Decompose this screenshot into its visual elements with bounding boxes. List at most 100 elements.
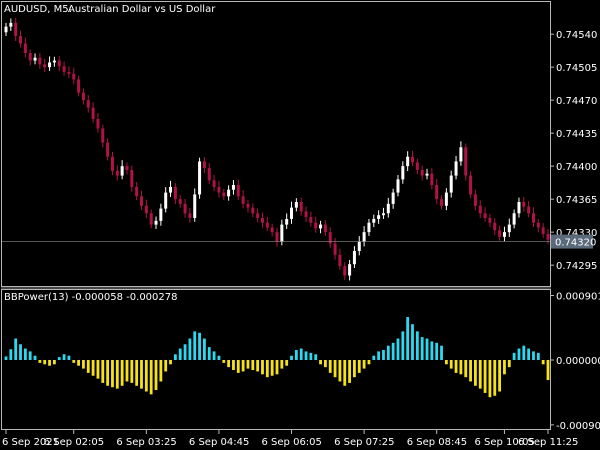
histogram-bar — [115, 360, 119, 389]
candle-body — [198, 161, 202, 195]
histogram-bar — [536, 352, 540, 360]
candle-body — [231, 185, 235, 190]
histogram-bar — [241, 360, 245, 372]
histogram-bar — [265, 360, 269, 378]
candle-body — [290, 207, 294, 219]
price-tick-label: 0.74540 — [556, 30, 597, 41]
histogram-bar — [459, 360, 463, 375]
histogram-bar — [198, 332, 201, 360]
histogram-bar — [483, 360, 487, 393]
candle-body — [338, 254, 342, 267]
indicator-tick-label: -0.000906 — [556, 421, 600, 432]
price-tick-label: 0.74365 — [556, 195, 597, 206]
histogram-bar — [541, 360, 545, 365]
price-tick-label: 0.74505 — [556, 63, 597, 74]
histogram-bar — [444, 360, 448, 365]
candle-body — [473, 194, 477, 206]
candle-body — [52, 60, 56, 63]
histogram-bar — [14, 338, 18, 360]
histogram-bar — [275, 360, 279, 375]
price-tick-label: 0.74435 — [556, 129, 597, 140]
histogram-bar — [328, 360, 332, 373]
candle-body — [415, 162, 419, 170]
histogram-bar — [232, 360, 235, 371]
candle-body — [536, 222, 540, 228]
time-tick-label: 6 Sep 03:25 — [116, 437, 176, 448]
histogram-bar — [227, 360, 231, 368]
candle-body — [449, 175, 453, 193]
candle-body — [57, 60, 61, 67]
histogram-bar — [420, 337, 424, 360]
time-tick-label: 6 Sep 04:45 — [189, 437, 249, 448]
candle-body — [391, 192, 395, 204]
histogram-bar — [338, 360, 342, 382]
price-tick-label: 0.74470 — [556, 96, 597, 107]
candle-body — [411, 156, 414, 163]
histogram-bar — [532, 351, 535, 360]
candle-body — [173, 186, 177, 200]
candle-body — [493, 222, 497, 231]
histogram-bar — [454, 360, 458, 373]
histogram-bar — [391, 342, 395, 360]
histogram-bar — [411, 324, 414, 360]
histogram-bar — [38, 360, 42, 363]
histogram-bar — [159, 360, 163, 382]
histogram-bar — [9, 349, 13, 360]
candle-body — [91, 107, 95, 120]
candle-body — [459, 147, 463, 162]
histogram-bar — [183, 344, 187, 360]
candle-body — [62, 66, 66, 72]
candle-body — [67, 71, 71, 74]
time-tick-label: 6 Sep 06:05 — [262, 437, 322, 448]
histogram-bar — [367, 360, 371, 365]
time-tick-label: 6 Sep 02:05 — [44, 437, 104, 448]
candle-body — [188, 213, 192, 219]
candle-body — [106, 142, 110, 157]
time-tick-label: 6 Sep 11:25 — [518, 437, 578, 448]
candle-body — [478, 205, 482, 214]
candle-body — [260, 218, 264, 223]
candle-body — [280, 224, 284, 242]
histogram-bar — [527, 348, 531, 360]
histogram-bar — [382, 349, 385, 360]
histogram-bar — [140, 360, 143, 389]
candle-body — [299, 201, 303, 212]
histogram-bar — [57, 357, 61, 360]
candle-body — [140, 196, 143, 206]
histogram-bar — [82, 360, 85, 369]
histogram-bar — [386, 345, 390, 360]
histogram-bar — [474, 360, 477, 386]
candle-body — [285, 218, 289, 225]
candle-body — [488, 218, 492, 223]
candle-body — [294, 201, 298, 208]
candle-body — [498, 230, 502, 237]
histogram-bar — [377, 351, 381, 360]
histogram-bar — [222, 360, 226, 363]
last-price-label: 0.74320 — [555, 238, 596, 249]
histogram-bar — [285, 360, 289, 366]
trading-chart[interactable]: 0.74540 0.74505 0.74470 0.74435 0.74400 0.743… — [0, 0, 600, 450]
candle-body — [236, 185, 240, 197]
histogram-bar — [149, 360, 153, 395]
histogram-bar — [503, 360, 506, 375]
candle-body — [367, 222, 371, 233]
time-tick-label: 6 Sep 07:25 — [334, 437, 394, 448]
histogram-bar — [507, 360, 511, 368]
candle-body — [14, 22, 18, 37]
candle-body — [256, 213, 260, 219]
candle-body — [19, 36, 23, 44]
histogram-bar — [357, 360, 361, 373]
time-tick-label: 6 Sep 08:45 — [407, 437, 467, 448]
candle-body — [333, 243, 337, 255]
histogram-bar — [111, 360, 114, 388]
histogram-bar — [333, 360, 337, 378]
histogram-bar — [169, 360, 172, 365]
histogram-bar — [72, 360, 76, 363]
histogram-bar — [309, 352, 313, 360]
histogram-bar — [33, 355, 37, 360]
histogram-bar — [135, 360, 139, 386]
candle-body — [164, 192, 168, 209]
candle-body — [304, 211, 308, 218]
candle-body — [28, 53, 32, 61]
histogram-bar — [48, 360, 51, 366]
